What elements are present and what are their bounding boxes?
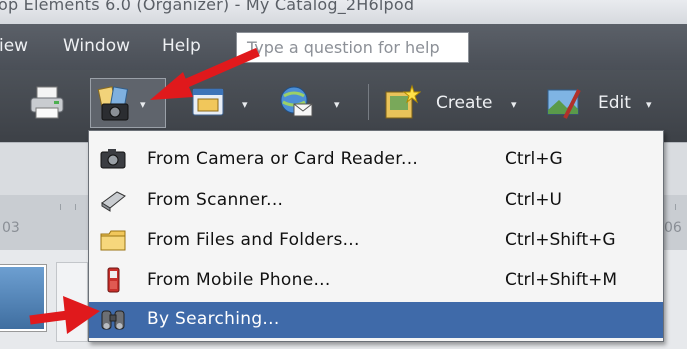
annotation-arrow-toolbar: [150, 47, 260, 100]
annotation-arrow-menu: [29, 296, 100, 334]
annotation-arrows: [29, 47, 260, 334]
